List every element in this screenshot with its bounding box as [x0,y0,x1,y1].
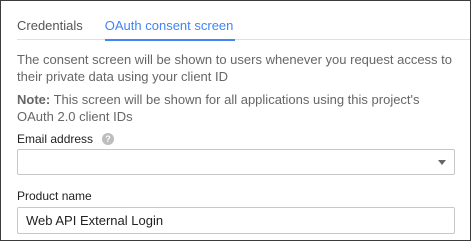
product-name-label: Product name [17,189,92,203]
consent-screen-panel: Credentials OAuth consent screen The con… [0,0,471,241]
tab-credentials[interactable]: Credentials [17,18,85,41]
tab-oauth-consent-screen[interactable]: OAuth consent screen [104,18,236,41]
email-address-label: Email address [17,132,94,146]
tab-bar: Credentials OAuth consent screen [17,1,470,41]
consent-note: Note: This screen will be shown for all … [17,91,457,125]
email-address-select[interactable] [17,149,455,175]
note-prefix: Note: [17,92,51,107]
help-icon[interactable]: ? [102,133,115,145]
product-name-label-row: Product name [17,189,92,203]
note-text: This screen will be shown for all applic… [17,92,420,124]
dropdown-caret-icon[interactable] [438,160,446,165]
tab-divider [17,39,470,40]
product-name-input[interactable] [17,207,455,234]
email-address-label-row: Email address ? [17,132,115,146]
consent-description: The consent screen will be shown to user… [17,52,453,84]
